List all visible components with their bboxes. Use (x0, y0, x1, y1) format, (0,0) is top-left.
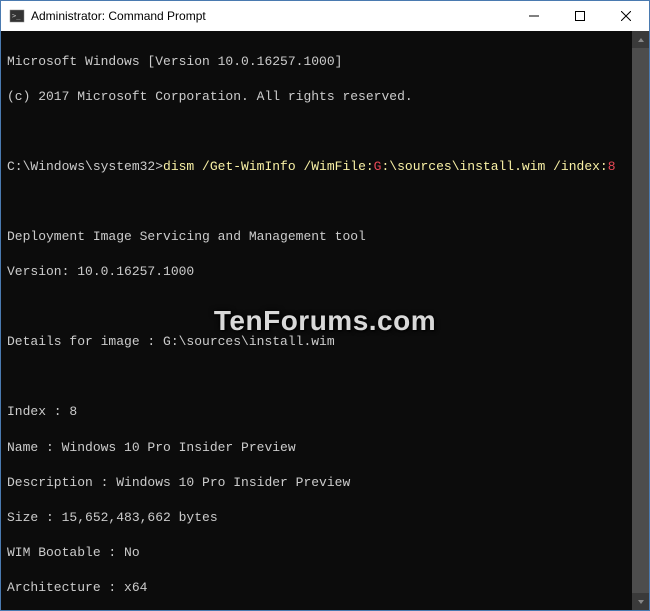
close-button[interactable] (603, 1, 649, 31)
cmd-part-2: :\sources\install.wim /index: (381, 159, 607, 174)
scroll-up-arrow[interactable] (632, 31, 649, 48)
detail-wimbootable: WIM Bootable : No (7, 544, 643, 562)
scroll-track[interactable] (632, 48, 649, 593)
command-line-1: C:\Windows\system32>dism /Get-WimInfo /W… (7, 158, 643, 176)
copyright-line: (c) 2017 Microsoft Corporation. All righ… (7, 88, 643, 106)
maximize-button[interactable] (557, 1, 603, 31)
blank-line (7, 123, 643, 141)
details-header: Details for image : G:\sources\install.w… (7, 333, 643, 351)
detail-architecture: Architecture : x64 (7, 579, 643, 597)
cmd-part-1: dism /Get-WimInfo /WimFile: (163, 159, 374, 174)
tool-version: Version: 10.0.16257.1000 (7, 263, 643, 281)
terminal-area[interactable]: Microsoft Windows [Version 10.0.16257.10… (1, 31, 649, 610)
minimize-button[interactable] (511, 1, 557, 31)
blank-line (7, 193, 643, 211)
command-prompt-window: >_ Administrator: Command Prompt Microso… (0, 0, 650, 611)
scroll-thumb[interactable] (632, 48, 649, 593)
detail-index: Index : 8 (7, 403, 643, 421)
scrollbar[interactable] (632, 31, 649, 610)
blank-line (7, 368, 643, 386)
titlebar[interactable]: >_ Administrator: Command Prompt (1, 1, 649, 31)
scroll-down-arrow[interactable] (632, 593, 649, 610)
tool-name: Deployment Image Servicing and Managemen… (7, 228, 643, 246)
os-version-line: Microsoft Windows [Version 10.0.16257.10… (7, 53, 643, 71)
svg-text:>_: >_ (12, 12, 21, 20)
window-title: Administrator: Command Prompt (31, 9, 511, 23)
cmd-index-num: 8 (608, 159, 616, 174)
detail-size: Size : 15,652,483,662 bytes (7, 509, 643, 527)
detail-name: Name : Windows 10 Pro Insider Preview (7, 439, 643, 457)
app-icon: >_ (9, 8, 25, 24)
detail-description: Description : Windows 10 Pro Insider Pre… (7, 474, 643, 492)
prompt-text: C:\Windows\system32> (7, 159, 163, 174)
blank-line (7, 298, 643, 316)
